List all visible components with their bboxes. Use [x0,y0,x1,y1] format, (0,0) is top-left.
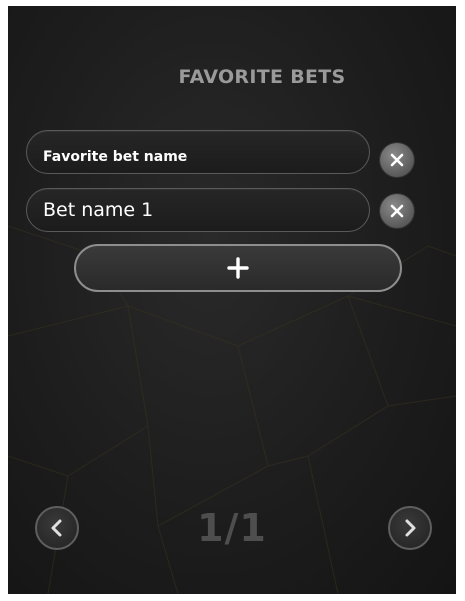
bet-name-input-1[interactable] [43,131,353,173]
bet-row [26,188,370,232]
add-bet-button[interactable] [74,244,402,292]
delete-bet-button-2[interactable] [380,194,414,228]
chevron-left-icon [51,519,62,537]
delete-bet-button-1[interactable] [380,143,414,177]
plus-icon [227,257,249,279]
close-icon [390,204,404,218]
page-title: FAVORITE BETS [178,66,346,88]
bet-row [26,130,370,174]
next-page-button[interactable] [388,506,432,550]
bet-name-input-2[interactable] [43,189,353,231]
chevron-right-icon [405,519,416,537]
favorite-bets-panel: FAVORITE BETS 1/1 [8,6,456,594]
previous-page-button[interactable] [35,506,79,550]
close-icon [390,153,404,167]
